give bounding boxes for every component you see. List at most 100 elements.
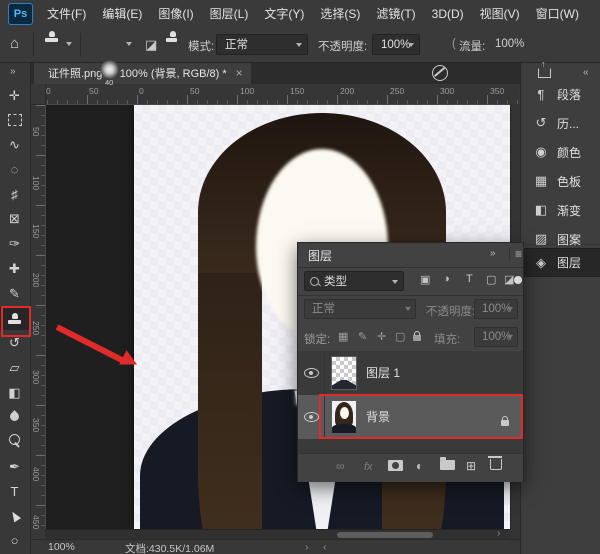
panel-dock: « ◈ 图层 ¶段落↺历...◉颜色▦色板◧渐变▨图案: [520, 62, 600, 554]
status-zoom-level[interactable]: 100%: [48, 541, 75, 553]
lock-artboard-icon[interactable]: ▢: [395, 330, 405, 343]
current-tool-icon[interactable]: [45, 38, 58, 42]
frame-tool[interactable]: ⊠: [0, 207, 29, 231]
delete-layer-icon[interactable]: [490, 454, 502, 473]
layer-opacity-select[interactable]: 100%: [474, 299, 518, 319]
lock-all-icon[interactable]: [413, 332, 421, 344]
lasso-tool[interactable]: ∿: [0, 133, 29, 157]
dock-item-swatches[interactable]: ▦色板: [521, 167, 600, 195]
layer-blend-mode-value: 正常: [312, 303, 335, 315]
blend-mode-select[interactable]: 正常: [216, 34, 308, 55]
smart-objects-filter-icon[interactable]: ◪: [504, 273, 514, 286]
layer-effects-icon[interactable]: fx: [364, 461, 373, 473]
menu-edit[interactable]: 编辑(E): [94, 1, 150, 28]
lasso-icon: ∿: [9, 138, 20, 151]
flow-label: 流量:: [459, 38, 485, 54]
blur-tool[interactable]: [0, 405, 29, 429]
chevron-down-icon: [507, 335, 513, 339]
dodge-tool[interactable]: [0, 430, 29, 454]
export-icon[interactable]: [538, 68, 551, 78]
filter-toggle-icon[interactable]: [514, 276, 522, 284]
brush-size-value: 40: [105, 78, 113, 87]
panel-collapse-icon[interactable]: »: [490, 248, 495, 259]
brush-tool[interactable]: ✎: [0, 281, 29, 305]
status-bar: 100% 文档:430.5K/1.06M › ‹: [30, 539, 520, 554]
move-tool[interactable]: ✛: [0, 83, 29, 107]
status-popup-arrow[interactable]: ›: [305, 541, 309, 553]
dock-item-color[interactable]: ◉颜色: [521, 138, 600, 166]
dock-item-paragraph[interactable]: ¶段落: [521, 80, 600, 108]
flow-value[interactable]: 100%: [495, 38, 524, 50]
menu-view[interactable]: 视图(V): [472, 1, 528, 28]
add-layer-mask-icon[interactable]: [388, 457, 403, 474]
layers-panel-tab[interactable]: 图层: [308, 247, 332, 264]
document-tab[interactable]: 证件照.png @ 100% (背景, RGB/8) * ×: [34, 62, 251, 84]
new-layer-icon[interactable]: ⊞: [466, 459, 476, 473]
menu-type[interactable]: 文字(Y): [256, 1, 312, 28]
type-tool-tool[interactable]: T: [0, 479, 29, 503]
link-layers-icon[interactable]: ∞: [336, 459, 345, 473]
rectangular-marquee-tool[interactable]: [0, 108, 29, 132]
layer-filter-type-select[interactable]: 类型: [304, 271, 404, 291]
menu-window[interactable]: 窗口(W): [528, 1, 587, 28]
toolbar-collapse-icon[interactable]: »: [10, 66, 15, 77]
pixel-layers-filter-icon[interactable]: ▣: [420, 273, 430, 286]
menu-layer[interactable]: 图层(L): [202, 1, 257, 28]
panel-menu-icon[interactable]: ≡: [509, 247, 522, 261]
adjustment-layers-filter-icon[interactable]: ◑: [443, 273, 450, 285]
layer-name[interactable]: 图层 1: [366, 351, 400, 395]
quick-selection-tool[interactable]: ◌: [0, 157, 29, 181]
fill-label: 填充:: [434, 331, 460, 347]
opacity-select[interactable]: 100%: [372, 34, 420, 55]
pen-icon: ✒: [9, 460, 20, 473]
dock-collapse-icon[interactable]: «: [583, 67, 588, 78]
spot-healing-brush-tool[interactable]: ✚: [0, 256, 29, 280]
layer-blend-mode-select[interactable]: 正常: [304, 299, 416, 319]
v-ruler-label: 300: [31, 370, 41, 384]
dock-item-gradients[interactable]: ◧渐变: [521, 196, 600, 224]
menu-3d[interactable]: 3D(D): [424, 1, 472, 28]
toggle-clone-source-icon[interactable]: [166, 38, 177, 42]
layer-thumbnail[interactable]: [331, 356, 357, 390]
new-group-icon[interactable]: [440, 456, 455, 473]
ellipse-tool[interactable]: ○: [0, 529, 29, 553]
layers-panel-footer: ∞ fx ◐ ⊞: [298, 453, 523, 482]
eyedropper-tool[interactable]: ✑: [0, 232, 29, 256]
pen-tool[interactable]: ✒: [0, 454, 29, 478]
lock-image-icon[interactable]: ✎: [358, 330, 367, 343]
close-icon[interactable]: ×: [236, 66, 243, 80]
history-icon: ↺: [532, 115, 550, 131]
dock-item-label: 颜色: [557, 144, 581, 161]
brush-preview[interactable]: [100, 60, 119, 79]
menu-select[interactable]: 选择(S): [312, 1, 368, 28]
lock-position-icon[interactable]: ✛: [377, 330, 386, 343]
tool-preset-dropdown-icon[interactable]: [66, 42, 72, 46]
gradient-tool[interactable]: ◧: [0, 380, 29, 404]
toggle-brush-settings-icon[interactable]: ◪: [145, 37, 157, 53]
dock-item-patterns[interactable]: ▨图案: [521, 225, 600, 253]
layer-fill-select[interactable]: 100%: [474, 327, 518, 347]
type-layers-filter-icon[interactable]: T: [466, 273, 473, 285]
menu-filter[interactable]: 滤镜(T): [368, 1, 423, 28]
scroll-right-arrow[interactable]: ›: [497, 528, 500, 539]
eraser-tool[interactable]: ▱: [0, 355, 29, 379]
scrollbar-thumb[interactable]: [337, 532, 433, 538]
brush-picker-dropdown-icon[interactable]: [126, 42, 132, 46]
menu-file[interactable]: 文件(F): [39, 1, 94, 28]
path-selection-tool[interactable]: [0, 504, 29, 528]
home-icon[interactable]: ⌂: [10, 35, 19, 52]
filter-type-label: 类型: [324, 273, 347, 289]
eye-icon: [304, 412, 319, 422]
crop-tool[interactable]: ♯: [0, 182, 29, 206]
dock-item-history[interactable]: ↺历...: [521, 109, 600, 137]
airbrush-icon[interactable]: [432, 65, 448, 81]
visibility-toggle[interactable]: [298, 351, 325, 395]
menu-image[interactable]: 图像(I): [150, 1, 201, 28]
new-adjustment-layer-icon[interactable]: ◐: [416, 459, 423, 473]
lock-transparent-icon[interactable]: ▦: [338, 330, 348, 343]
layer-row-layer1[interactable]: 图层 1: [298, 351, 523, 395]
shape-layers-filter-icon[interactable]: ▢: [486, 273, 496, 286]
h-ruler-label: 150: [290, 86, 304, 96]
status-doc-info: 文档:430.5K/1.06M: [125, 541, 214, 554]
chevron-down-icon: [405, 307, 411, 311]
